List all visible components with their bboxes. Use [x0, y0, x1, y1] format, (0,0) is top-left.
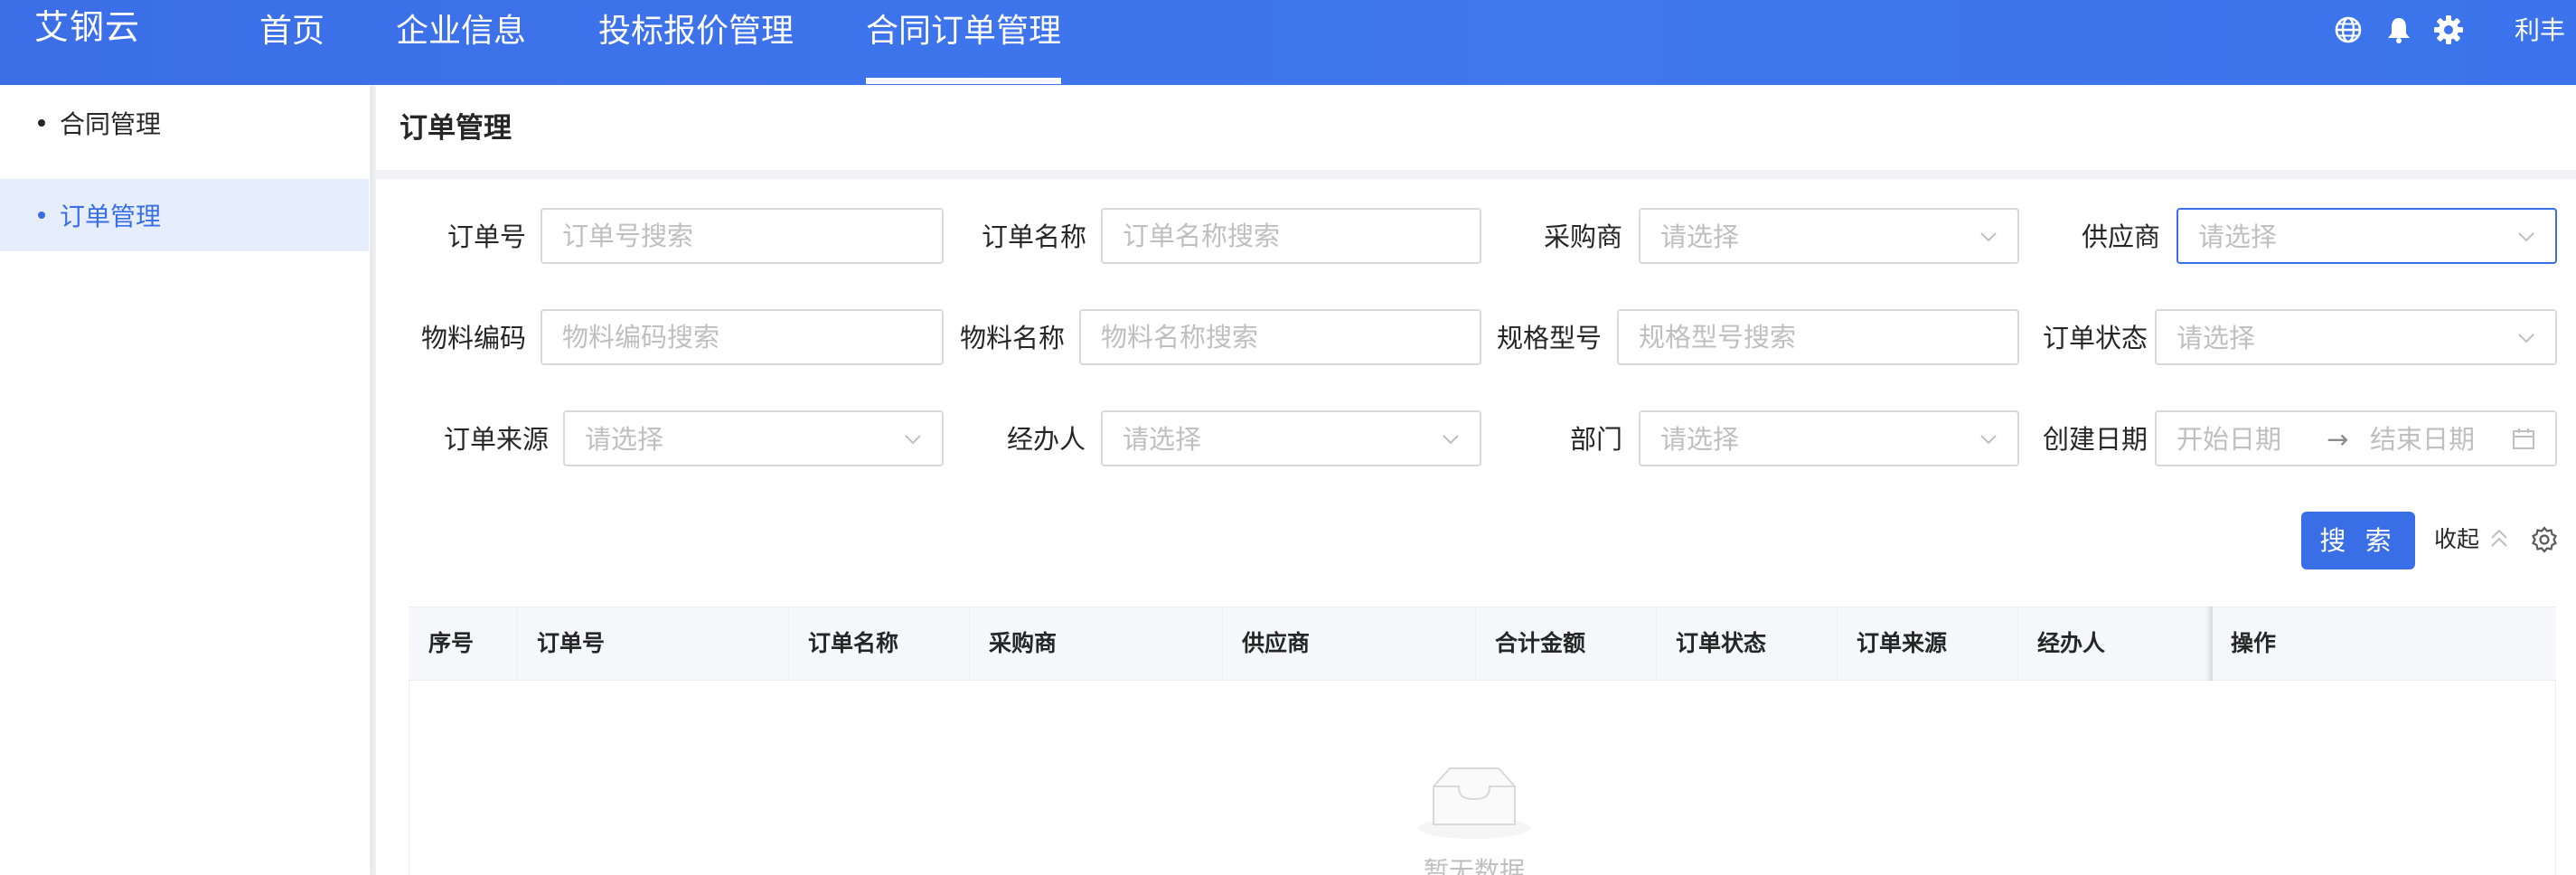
supplier-select[interactable]: 请选择: [2176, 208, 2557, 264]
spec-input[interactable]: [1617, 309, 2019, 365]
chevron-down-icon: [2518, 232, 2534, 242]
created-date-label: 创建日期: [2043, 424, 2148, 455]
sidebar-item-contract-management[interactable]: 合同管理: [0, 87, 369, 159]
purchaser-label: 采购商: [1544, 221, 1623, 252]
chevron-down-icon: [1980, 435, 1997, 445]
department-label: 部门: [1570, 424, 1623, 455]
column-header-order-status[interactable]: 订单状态: [1656, 607, 1837, 680]
handler-label: 经办人: [1007, 424, 1086, 455]
created-date-range[interactable]: 开始日期 → 结束日期: [2155, 410, 2557, 466]
nav-company-info[interactable]: 企业信息: [396, 9, 526, 54]
order-source-label: 订单来源: [444, 424, 550, 455]
column-header-actions: 操作: [2231, 630, 2277, 656]
supplier-placeholder: 请选择: [2198, 221, 2278, 252]
chevron-down-icon: [1980, 232, 1997, 242]
nav-bidding[interactable]: 投标报价管理: [598, 9, 794, 54]
sidebar: 合同管理 订单管理: [0, 85, 371, 875]
order-name-input[interactable]: [1101, 208, 1481, 264]
order-status-label: 订单状态: [2043, 323, 2148, 353]
column-header-order-name[interactable]: 订单名称: [788, 607, 969, 680]
empty-state-text: 暂无数据: [1424, 856, 1526, 875]
material-code-label: 物料编码: [421, 323, 527, 353]
order-status-select[interactable]: 请选择: [2155, 309, 2557, 365]
column-header-total-amount[interactable]: 合计金额: [1475, 607, 1656, 680]
start-date-placeholder[interactable]: 开始日期: [2176, 421, 2281, 457]
supplier-label: 供应商: [2082, 221, 2161, 252]
order-no-label: 订单号: [447, 221, 527, 252]
calendar-icon: [2513, 428, 2534, 449]
chevron-down-icon: [2518, 334, 2534, 343]
top-header: 艾钢云 首页 企业信息 投标报价管理 合同订单管理 利丰: [0, 0, 2576, 85]
column-header-index: 序号: [428, 630, 475, 656]
order-source-select[interactable]: 请选择: [563, 410, 944, 466]
spec-label: 规格型号: [1497, 323, 1603, 353]
column-header-supplier[interactable]: 供应商: [1222, 607, 1475, 680]
purchaser-placeholder: 请选择: [1660, 221, 1740, 252]
sidebar-item-label: 订单管理: [60, 202, 162, 231]
material-code-input[interactable]: [541, 309, 944, 365]
globe-icon[interactable]: [2332, 14, 2364, 46]
user-name[interactable]: 利丰: [2515, 11, 2565, 51]
material-name-label: 物料名称: [960, 323, 1066, 353]
order-source-placeholder: 请选择: [585, 424, 664, 455]
gear-icon[interactable]: [2432, 14, 2465, 46]
material-name-input[interactable]: [1079, 309, 1481, 365]
column-settings-icon[interactable]: [2531, 526, 2558, 553]
chevron-down-icon: [1443, 435, 1459, 445]
handler-placeholder: 请选择: [1123, 424, 1202, 455]
nav-active-indicator: [866, 78, 1061, 84]
department-placeholder: 请选择: [1660, 424, 1740, 455]
sidebar-item-label: 合同管理: [60, 109, 162, 139]
page-title: 订单管理: [400, 112, 512, 145]
order-no-input[interactable]: [541, 208, 944, 264]
date-range-separator: →: [2327, 424, 2349, 455]
bell-icon[interactable]: [2383, 14, 2415, 46]
handler-select[interactable]: 请选择: [1101, 410, 1481, 466]
column-header-handler[interactable]: 经办人: [2017, 607, 2207, 680]
chevron-down-icon: [905, 435, 921, 445]
collapse-toggle[interactable]: 收起: [2434, 522, 2479, 557]
page-header: 订单管理: [376, 85, 2576, 170]
fixed-column-shadow: [2205, 607, 2213, 681]
bullet-icon: [38, 119, 45, 127]
order-name-label: 订单名称: [982, 221, 1087, 252]
search-button[interactable]: 搜 索: [2301, 512, 2415, 569]
column-header-order-source[interactable]: 订单来源: [1837, 607, 2017, 680]
chevron-double-up-icon[interactable]: [2488, 527, 2510, 550]
end-date-placeholder[interactable]: 结束日期: [2370, 421, 2475, 457]
column-header-order-no[interactable]: 订单号: [517, 607, 788, 680]
nav-contract-orders[interactable]: 合同订单管理: [866, 9, 1061, 54]
sidebar-item-order-management[interactable]: 订单管理: [0, 179, 369, 251]
app-logo[interactable]: 艾钢云: [34, 4, 140, 51]
nav-home[interactable]: 首页: [259, 9, 324, 54]
table-header: 序号 订单号 订单名称 采购商 供应商 合计金额 订单状态 订单来源 经办人 操…: [409, 607, 2556, 681]
empty-inbox-icon: [1418, 767, 1530, 839]
order-status-placeholder: 请选择: [2176, 323, 2256, 353]
bullet-icon: [38, 212, 45, 219]
column-header-purchaser[interactable]: 采购商: [969, 607, 1222, 680]
department-select[interactable]: 请选择: [1639, 410, 2019, 466]
purchaser-select[interactable]: 请选择: [1639, 208, 2019, 264]
